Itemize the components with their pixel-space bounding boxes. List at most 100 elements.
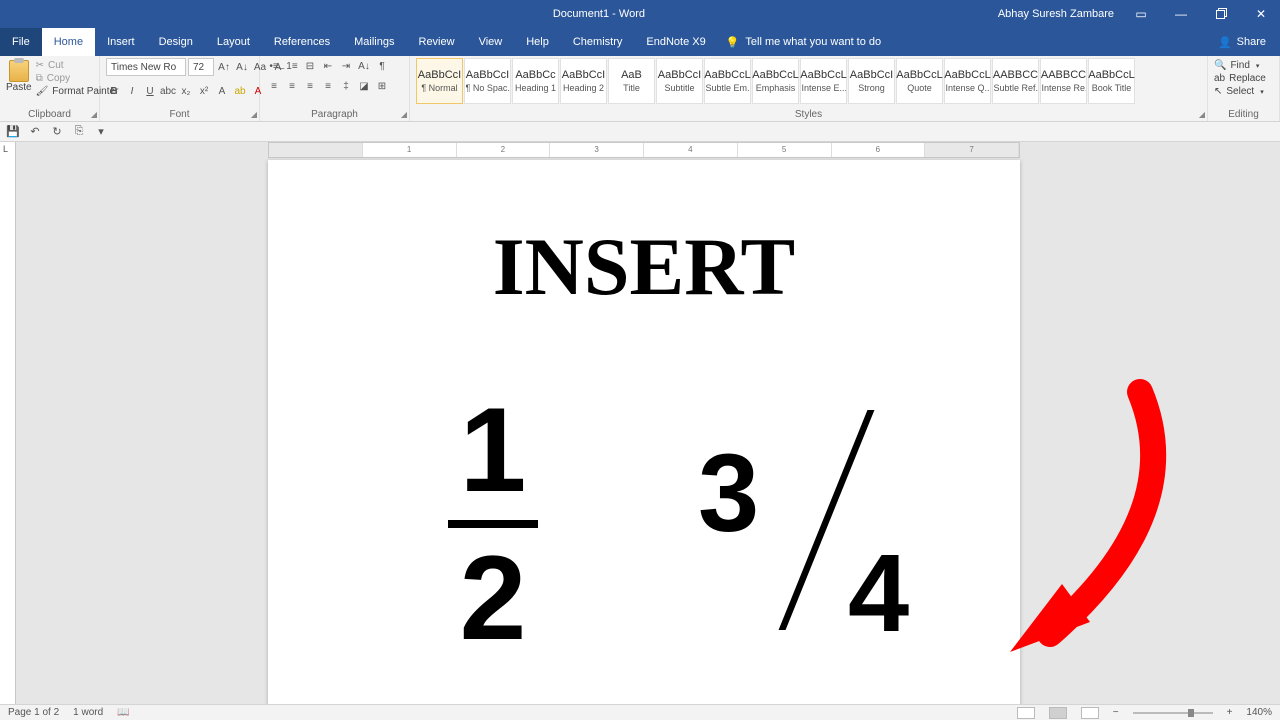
ruler-vertical[interactable] <box>0 142 16 704</box>
tab-layout[interactable]: Layout <box>205 28 262 56</box>
superscript-button[interactable]: x² <box>196 83 212 99</box>
group-label-paragraph: Paragraph <box>260 109 409 120</box>
justify-button[interactable]: ≡ <box>320 78 336 94</box>
strikethrough-button[interactable]: abc <box>160 83 176 99</box>
fraction-stacked[interactable]: 1 2 <box>448 390 538 658</box>
style-quote[interactable]: AaBbCcLQuote <box>896 58 943 104</box>
clipboard-dialog-launcher[interactable]: ◢ <box>91 110 97 119</box>
restore-button[interactable] <box>1208 7 1234 21</box>
brush-icon: 🖌 <box>36 86 49 97</box>
font-name-combo[interactable]: Times New Ro <box>106 58 186 76</box>
zoom-in-button[interactable]: + <box>1227 707 1233 718</box>
tab-references[interactable]: References <box>262 28 342 56</box>
align-left-button[interactable]: ≡ <box>266 78 282 94</box>
show-marks-button[interactable]: ¶ <box>374 58 390 74</box>
borders-button[interactable]: ⊞ <box>374 78 390 94</box>
style---normal[interactable]: AaBbCcI¶ Normal <box>416 58 463 104</box>
style-intense-re---[interactable]: AABBCCIntense Re... <box>1040 58 1087 104</box>
zoom-slider[interactable] <box>1133 712 1213 714</box>
shading-button[interactable]: ◪ <box>356 78 372 94</box>
tab-review[interactable]: Review <box>407 28 467 56</box>
bold-button[interactable]: B <box>106 83 122 99</box>
select-button[interactable]: ↖Select▾ <box>1214 86 1266 97</box>
style-heading-2[interactable]: AaBbCcIHeading 2 <box>560 58 607 104</box>
find-button[interactable]: 🔍Find▾ <box>1214 60 1266 71</box>
ribbon-options-icon[interactable]: ▭ <box>1128 7 1154 21</box>
undo-button[interactable]: ↶ <box>28 125 42 139</box>
underline-button[interactable]: U <box>142 83 158 99</box>
style-subtitle[interactable]: AaBbCcISubtitle <box>656 58 703 104</box>
tab-mailings[interactable]: Mailings <box>342 28 406 56</box>
fraction1-numerator: 1 <box>448 390 538 510</box>
style-intense-q---[interactable]: AaBbCcLIntense Q... <box>944 58 991 104</box>
style-subtle-em---[interactable]: AaBbCcLSubtle Em... <box>704 58 751 104</box>
align-center-button[interactable]: ≡ <box>284 78 300 94</box>
style-subtle-ref---[interactable]: AABBCCSubtle Ref... <box>992 58 1039 104</box>
web-layout-button[interactable] <box>1081 707 1099 719</box>
tab-help[interactable]: Help <box>514 28 561 56</box>
group-editing: 🔍Find▾ abReplace ↖Select▾ Editing <box>1208 56 1280 121</box>
user-name[interactable]: Abhay Suresh Zambare <box>998 8 1114 20</box>
close-button[interactable]: ✕ <box>1248 7 1274 21</box>
line-spacing-button[interactable]: ‡ <box>338 78 354 94</box>
grow-font-button[interactable]: A↑ <box>216 59 232 75</box>
paste-button[interactable]: Paste <box>6 58 32 93</box>
annotation-arrow <box>990 382 1190 672</box>
style-emphasis[interactable]: AaBbCcLEmphasis <box>752 58 799 104</box>
zoom-level[interactable]: 140% <box>1246 707 1272 718</box>
bullets-button[interactable]: •≡ <box>266 58 282 74</box>
save-button[interactable]: 💾 <box>6 125 20 139</box>
highlight-button[interactable]: ab <box>232 83 248 99</box>
style-strong[interactable]: AaBbCcIStrong <box>848 58 895 104</box>
numbering-button[interactable]: 1≡ <box>284 58 300 74</box>
styles-gallery[interactable]: AaBbCcI¶ NormalAaBbCcI¶ No Spac...AaBbCc… <box>416 58 1135 104</box>
tab-design[interactable]: Design <box>147 28 205 56</box>
word-count[interactable]: 1 word <box>73 707 103 718</box>
read-mode-button[interactable] <box>1017 707 1035 719</box>
minimize-button[interactable]: — <box>1168 7 1194 21</box>
decrease-indent-button[interactable]: ⇤ <box>320 58 336 74</box>
tab-chemistry[interactable]: Chemistry <box>561 28 635 56</box>
italic-button[interactable]: I <box>124 83 140 99</box>
replace-button[interactable]: abReplace <box>1214 73 1266 84</box>
align-right-button[interactable]: ≡ <box>302 78 318 94</box>
print-layout-button[interactable] <box>1049 707 1067 719</box>
tab-insert[interactable]: Insert <box>95 28 147 56</box>
font-size-combo[interactable]: 72 <box>188 58 214 76</box>
increase-indent-button[interactable]: ⇥ <box>338 58 354 74</box>
document-heading[interactable]: INSERT <box>268 220 1020 314</box>
qat-button-1[interactable]: ⎘ <box>72 125 86 139</box>
style-heading-1[interactable]: AaBbCcHeading 1 <box>512 58 559 104</box>
page-indicator[interactable]: Page 1 of 2 <box>8 707 59 718</box>
style-title[interactable]: AaBTitle <box>608 58 655 104</box>
subscript-button[interactable]: x₂ <box>178 83 194 99</box>
font-dialog-launcher[interactable]: ◢ <box>251 110 257 119</box>
text-effects-button[interactable]: A <box>214 83 230 99</box>
zoom-out-button[interactable]: − <box>1113 707 1119 718</box>
qat-button-2[interactable]: ▾ <box>94 125 108 139</box>
tab-home[interactable]: Home <box>42 28 95 56</box>
multilevel-button[interactable]: ⊟ <box>302 58 318 74</box>
share-button[interactable]: 👤 Share <box>1204 28 1280 56</box>
style-book-title[interactable]: AaBbCcLBook Title <box>1088 58 1135 104</box>
shrink-font-button[interactable]: A↓ <box>234 59 250 75</box>
tab-view[interactable]: View <box>467 28 515 56</box>
redo-button[interactable]: ↻ <box>50 125 64 139</box>
document-page[interactable]: INSERT 1 2 3 4 <box>268 160 1020 704</box>
group-label-clipboard: Clipboard <box>0 109 99 120</box>
spelling-icon[interactable]: 📖 <box>117 707 129 718</box>
paste-label: Paste <box>6 82 32 93</box>
ruler-horizontal[interactable]: 1234567 <box>268 142 1020 158</box>
tab-endnote[interactable]: EndNote X9 <box>634 28 717 56</box>
styles-dialog-launcher[interactable]: ◢ <box>1199 110 1205 119</box>
tell-me-search[interactable]: 💡 Tell me what you want to do <box>726 28 881 56</box>
fraction2-denominator: 4 <box>848 530 909 657</box>
group-label-styles: Styles <box>410 109 1207 120</box>
window-title: Document1 - Word <box>200 8 998 20</box>
style-intense-e---[interactable]: AaBbCcLIntense E... <box>800 58 847 104</box>
tab-file[interactable]: File <box>0 28 42 56</box>
sort-button[interactable]: A↓ <box>356 58 372 74</box>
style---no-spac---[interactable]: AaBbCcI¶ No Spac... <box>464 58 511 104</box>
paragraph-dialog-launcher[interactable]: ◢ <box>401 110 407 119</box>
fraction-bar <box>448 520 538 528</box>
